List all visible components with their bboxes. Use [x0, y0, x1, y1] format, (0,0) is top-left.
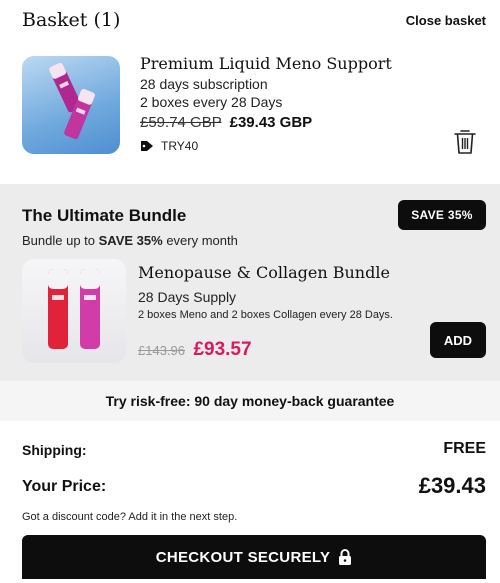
save-badge: SAVE 35%	[398, 200, 486, 230]
coupon-code: TRY40	[161, 139, 199, 153]
guarantee-banner: Try risk-free: 90 day money-back guarant…	[0, 381, 500, 421]
bundle-subtitle-suffix: every month	[162, 233, 238, 248]
price-row: £59.74 GBP £39.43 GBP	[140, 114, 312, 131]
frequency-text: 2 boxes every 28 Days	[140, 94, 283, 110]
remove-item-button[interactable]	[452, 128, 478, 156]
trash-icon	[454, 130, 476, 154]
product-image	[22, 56, 120, 154]
bundle-old-price: £143.96	[138, 343, 185, 358]
your-price-value: £39.43	[418, 473, 486, 498]
coupon-applied: TRY40	[140, 139, 198, 153]
basket-title: Basket (1)	[22, 9, 121, 31]
product-sachets-illustration	[48, 62, 96, 140]
tag-icon	[141, 141, 153, 151]
old-price: £59.74 GBP	[140, 114, 222, 131]
bundle-new-price: £93.57	[193, 339, 252, 360]
lock-icon	[339, 549, 352, 565]
bundle-price-row: £143.96 £93.57	[138, 339, 252, 361]
add-bundle-button[interactable]: ADD	[430, 322, 486, 358]
bundle-image	[22, 259, 126, 363]
bundle-subtitle-highlight: SAVE 35%	[98, 233, 163, 248]
checkout-label: CHECKOUT SECURELY	[155, 548, 331, 566]
discount-hint: Got a discount code? Add it in the next …	[22, 511, 238, 523]
bundle-sachets-illustration	[48, 269, 100, 349]
shipping-value: FREE	[443, 440, 486, 457]
bundle-subtitle-prefix: Bundle up to	[22, 233, 99, 248]
upsell-bundle-panel: The Ultimate Bundle Bundle up to SAVE 35…	[0, 184, 500, 381]
bundle-description: 2 boxes Meno and 2 boxes Collagen every …	[138, 309, 393, 321]
bundle-product-name: Menopause & Collagen Bundle	[138, 263, 390, 282]
bundle-supply: 28 Days Supply	[138, 289, 237, 305]
bundle-subtitle: Bundle up to SAVE 35% every month	[22, 233, 238, 248]
checkout-button[interactable]: CHECKOUT SECURELY	[22, 535, 486, 579]
product-name: Premium Liquid Meno Support	[140, 54, 392, 73]
cart-item: Premium Liquid Meno Support 28 days subs…	[0, 42, 500, 184]
new-price: £39.43 GBP	[229, 114, 313, 131]
basket-header: Basket (1) Close basket	[0, 0, 500, 42]
close-basket-button[interactable]: Close basket	[406, 13, 486, 28]
your-price-label: Your Price:	[22, 478, 107, 495]
subscription-text: 28 days subscription	[140, 76, 268, 92]
shipping-label: Shipping:	[22, 442, 87, 458]
bundle-title: The Ultimate Bundle	[22, 206, 187, 225]
